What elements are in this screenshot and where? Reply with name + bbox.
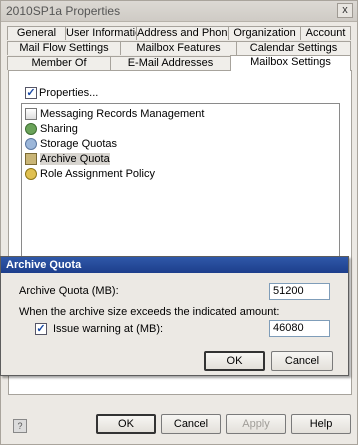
cancel-button[interactable]: Cancel bbox=[161, 414, 221, 434]
list-item-label: Messaging Records Management bbox=[40, 108, 205, 120]
tab-mail-flow-settings[interactable]: Mail Flow Settings bbox=[7, 41, 121, 55]
tab-organization[interactable]: Organization bbox=[228, 26, 301, 40]
tab-calendar-settings[interactable]: Calendar Settings bbox=[236, 41, 351, 55]
archive-quota-dialog: Archive Quota Archive Quota (MB): 51200 … bbox=[0, 256, 349, 376]
list-item-storage-quotas[interactable]: Storage Quotas bbox=[25, 137, 117, 151]
issue-warning-input[interactable]: 46080 bbox=[269, 320, 330, 337]
title-bar: 2010SP1a Properties x bbox=[1, 1, 357, 22]
tab-address-and-phone[interactable]: Address and Phone bbox=[136, 26, 234, 40]
properties-check-icon: ✓ bbox=[25, 87, 37, 99]
issue-warning-checkbox[interactable]: ✓ bbox=[35, 323, 47, 335]
tab-member-of[interactable]: Member Of bbox=[7, 56, 111, 70]
list-item-messaging-records-management[interactable]: Messaging Records Management bbox=[25, 107, 204, 121]
list-item-label: Storage Quotas bbox=[40, 138, 118, 150]
tab-email-addresses[interactable]: E-Mail Addresses bbox=[110, 56, 231, 70]
archive-quota-icon bbox=[25, 153, 37, 165]
sharing-icon bbox=[25, 123, 37, 135]
tab-general[interactable]: General bbox=[7, 26, 66, 40]
tab-user-information[interactable]: User Information bbox=[65, 26, 147, 40]
properties-button[interactable]: ✓ Properties... bbox=[25, 85, 98, 101]
ok-button[interactable]: OK bbox=[96, 414, 156, 434]
list-item-label: Role Assignment Policy bbox=[40, 168, 155, 180]
mailbox-settings-list[interactable]: Messaging Records Management Sharing Sto… bbox=[21, 103, 340, 263]
close-icon[interactable]: x bbox=[337, 3, 353, 18]
window-title: 2010SP1a Properties bbox=[6, 4, 121, 18]
issue-warning-label: Issue warning at (MB): bbox=[53, 323, 164, 335]
help-context-icon: ? bbox=[13, 419, 27, 433]
dialog-cancel-button[interactable]: Cancel bbox=[271, 351, 333, 371]
tab-account[interactable]: Account bbox=[300, 26, 351, 40]
tab-mailbox-settings[interactable]: Mailbox Settings bbox=[230, 55, 351, 71]
help-button[interactable]: Help bbox=[291, 414, 351, 434]
records-icon bbox=[25, 108, 37, 120]
storage-quota-icon bbox=[25, 138, 37, 150]
tab-mailbox-features[interactable]: Mailbox Features bbox=[120, 41, 237, 55]
dialog-title: Archive Quota bbox=[1, 257, 348, 273]
list-item-role-assignment-policy[interactable]: Role Assignment Policy bbox=[25, 167, 155, 181]
list-item-sharing[interactable]: Sharing bbox=[25, 122, 78, 136]
properties-label: Properties... bbox=[39, 87, 99, 99]
apply-button[interactable]: Apply bbox=[226, 414, 286, 434]
dialog-ok-button[interactable]: OK bbox=[204, 351, 265, 371]
archive-quota-label: Archive Quota (MB): bbox=[19, 285, 119, 297]
exceed-label: When the archive size exceeds the indica… bbox=[19, 306, 280, 318]
properties-window: 2010SP1a Properties x General User Infor… bbox=[0, 0, 358, 445]
list-item-label: Sharing bbox=[40, 123, 78, 135]
list-item-archive-quota[interactable]: Archive Quota bbox=[25, 152, 110, 166]
role-policy-icon bbox=[25, 168, 37, 180]
archive-quota-input[interactable]: 51200 bbox=[269, 283, 330, 300]
list-item-label: Archive Quota bbox=[40, 153, 110, 165]
